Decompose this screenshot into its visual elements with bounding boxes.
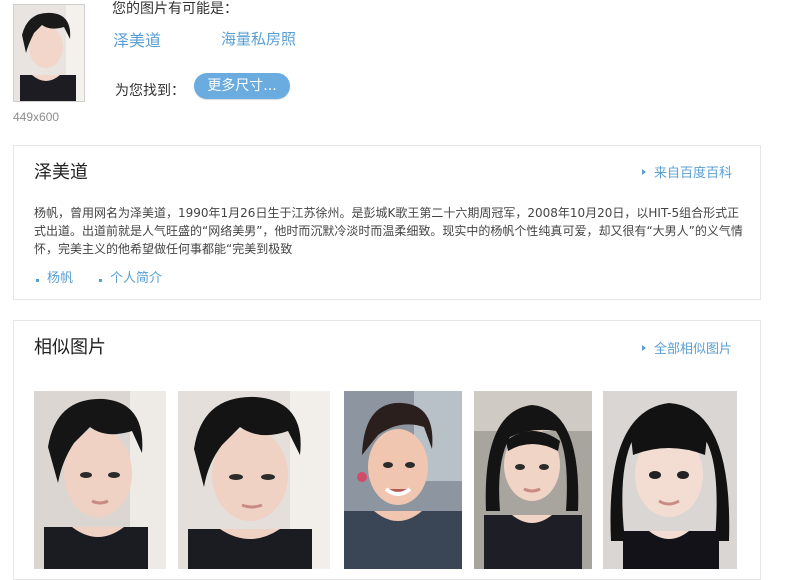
similar-image-2[interactable] xyxy=(178,391,330,569)
similar-title: 相似图片 xyxy=(34,337,106,358)
arrow-right-icon xyxy=(641,344,646,351)
baike-card: 泽美道 来自百度百科 杨帆，曾用网名为泽美道，1990年1月26日生于江苏徐州。… xyxy=(13,145,761,300)
guess-title: 您的图片有可能是： xyxy=(112,1,238,17)
query-image-thumbnail[interactable] xyxy=(13,4,85,102)
similar-image-1[interactable] xyxy=(34,391,166,569)
baike-link-label: 个人简介 xyxy=(110,271,163,286)
similar-image-3[interactable] xyxy=(344,391,462,569)
bullet-icon xyxy=(99,279,103,282)
baike-links: 杨帆 个人简介 xyxy=(36,267,188,286)
similar-image-4[interactable] xyxy=(474,391,592,569)
all-similar-link[interactable]: 全部相似图片 xyxy=(641,338,732,357)
image-size-label: 449x600 xyxy=(13,110,60,124)
guess-link-private-photos[interactable]: 海量私房照 xyxy=(221,28,296,49)
guess-link-zemeidao[interactable]: 泽美道 xyxy=(113,27,161,51)
all-similar-label: 全部相似图片 xyxy=(653,342,732,357)
baike-source-link[interactable]: 来自百度百科 xyxy=(641,162,732,181)
similar-images-card: 相似图片 全部相似图片 xyxy=(13,320,761,580)
arrow-right-icon xyxy=(641,168,646,175)
baike-title: 泽美道 xyxy=(34,162,88,183)
found-label: 为您找到： xyxy=(115,83,185,99)
baike-source-label: 来自百度百科 xyxy=(653,166,732,181)
baike-link-yangfan[interactable]: 杨帆 xyxy=(36,267,73,286)
baike-link-profile[interactable]: 个人简介 xyxy=(99,267,162,286)
more-sizes-button[interactable]: 更多尺寸... xyxy=(194,73,290,99)
similar-image-5[interactable] xyxy=(603,391,737,569)
baike-description: 杨帆，曾用网名为泽美道，1990年1月26日生于江苏徐州。是彭城K歌王第二十六期… xyxy=(34,206,743,256)
baike-link-label: 杨帆 xyxy=(47,271,74,286)
bullet-icon xyxy=(36,279,39,282)
